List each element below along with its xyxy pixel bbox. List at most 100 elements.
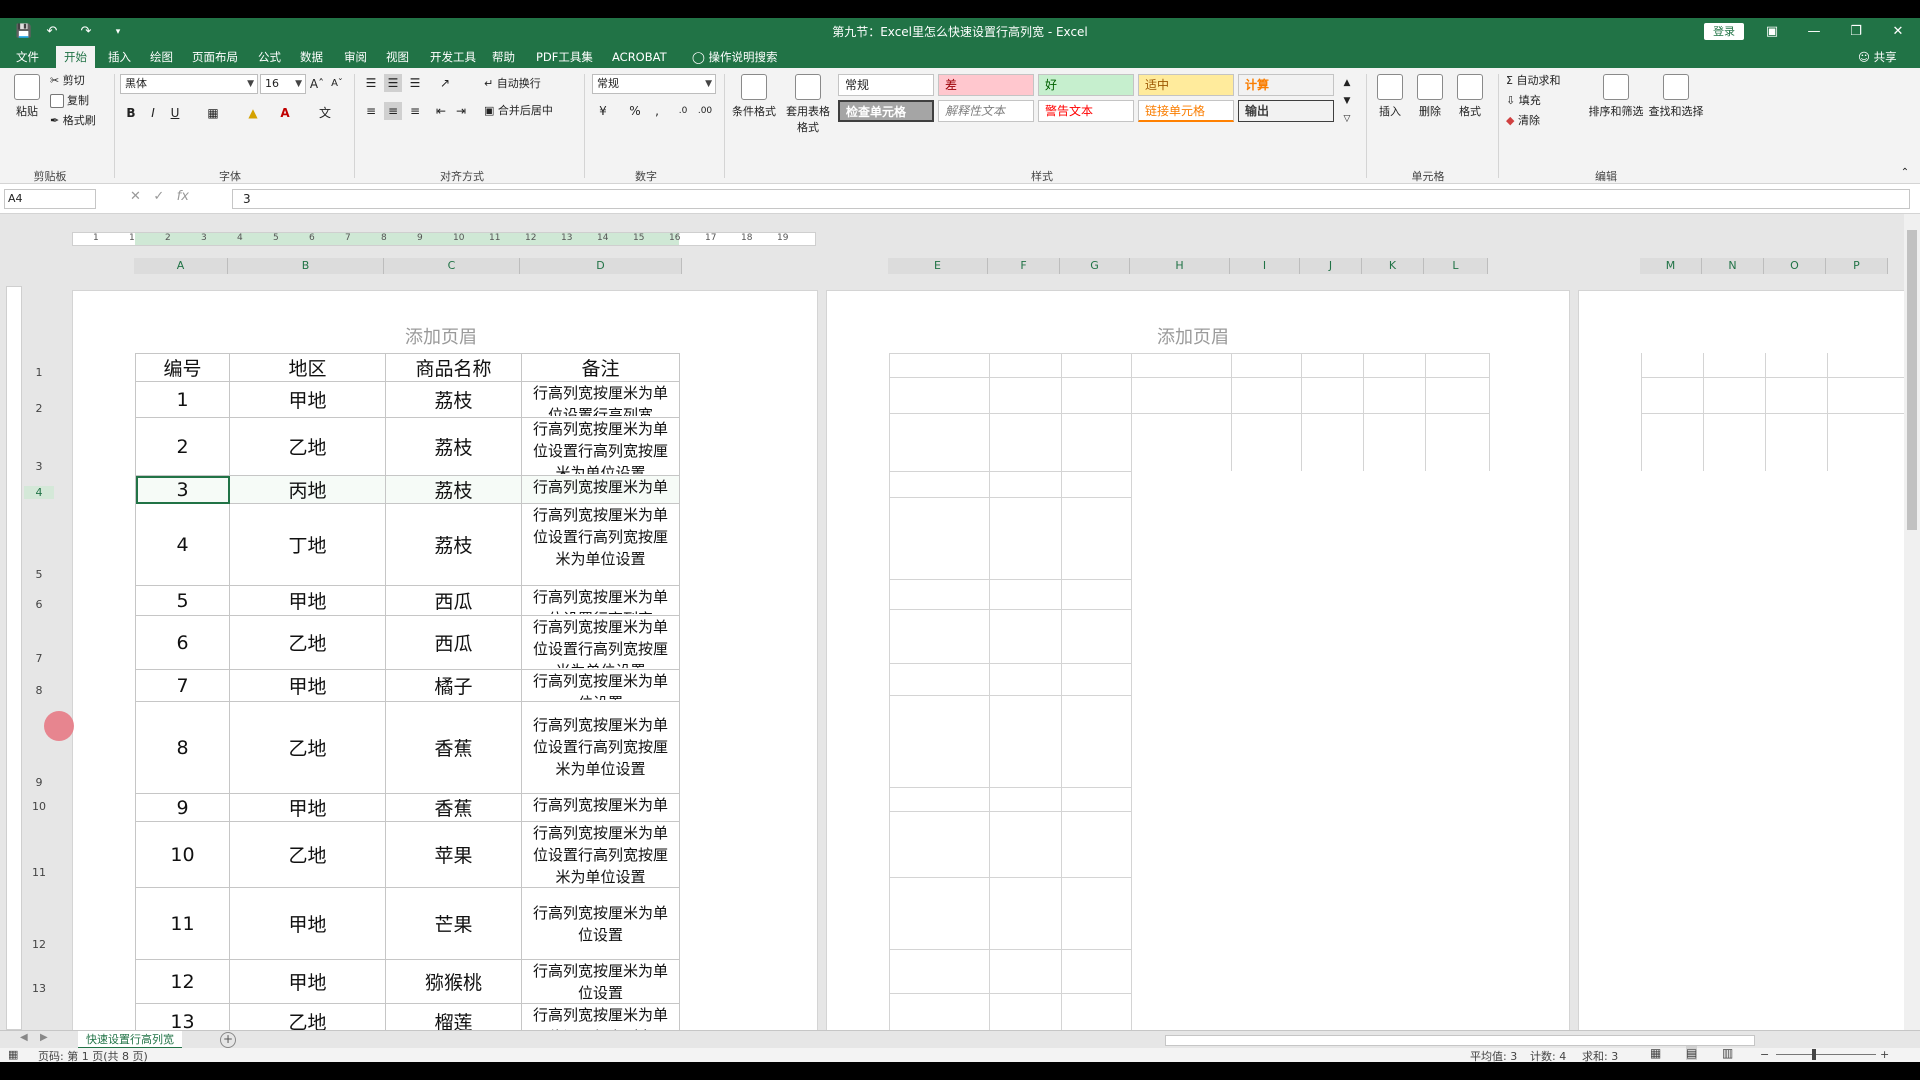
column-header-j[interactable]: J xyxy=(1300,258,1362,274)
column-header-b[interactable]: B xyxy=(228,258,384,274)
cell-note[interactable]: 行高列宽按厘米为单位设置行高列宽按厘米为单位设置 xyxy=(521,503,680,586)
tab-page-layout[interactable]: 页面布局 xyxy=(184,46,246,68)
increase-indent-icon[interactable]: ⇥ xyxy=(452,102,470,120)
style-output[interactable]: 输出 xyxy=(1238,100,1334,122)
column-header-k[interactable]: K xyxy=(1362,258,1424,274)
column-header-h[interactable]: H xyxy=(1130,258,1230,274)
align-middle-icon[interactable]: ☰ xyxy=(384,74,402,92)
normal-view-icon[interactable]: ▦ xyxy=(1650,1046,1661,1060)
cell-product[interactable]: 苹果 xyxy=(385,821,522,888)
cell-id-active[interactable]: 3 xyxy=(135,475,230,504)
borders-icon[interactable]: ▦ xyxy=(204,104,222,122)
tab-help[interactable]: 帮助 xyxy=(484,46,523,68)
row-header-6[interactable]: 6 xyxy=(24,598,54,611)
cell-id[interactable]: 4 xyxy=(135,503,230,586)
page-break-view-icon[interactable]: ▥ xyxy=(1722,1046,1733,1060)
style-calculation[interactable]: 计算 xyxy=(1238,74,1334,96)
enter-icon[interactable]: ✓ xyxy=(153,189,164,204)
comma-style-icon[interactable]: , xyxy=(648,102,666,120)
cancel-icon[interactable]: ✕ xyxy=(130,189,141,204)
increase-decimal-icon[interactable]: .0 xyxy=(674,102,692,120)
cell-note[interactable]: 行高列宽按厘米为单位设置行高列宽 xyxy=(521,1003,680,1030)
formula-input[interactable]: 3 xyxy=(232,189,1910,209)
cell-region[interactable]: 丁地 xyxy=(229,503,386,586)
align-left-icon[interactable]: ≡ xyxy=(362,102,380,120)
style-explanatory[interactable]: 解释性文本 xyxy=(938,100,1034,122)
tab-review[interactable]: 审阅 xyxy=(336,46,375,68)
tab-pdf-tools[interactable]: PDF工具集 xyxy=(528,46,601,68)
cell-region[interactable]: 丙地 xyxy=(229,475,386,504)
cell-region[interactable]: 甲地 xyxy=(229,669,386,702)
format-painter-button[interactable]: ✒ 格式刷 xyxy=(50,112,96,130)
cell-product[interactable]: 西瓜 xyxy=(385,585,522,616)
autosum-button[interactable]: Σ 自动求和 xyxy=(1506,72,1560,90)
phonetic-icon[interactable]: 文 xyxy=(316,104,334,122)
align-top-icon[interactable]: ☰ xyxy=(362,74,380,92)
font-color-icon[interactable]: A xyxy=(276,104,294,122)
tab-file[interactable]: 文件 xyxy=(8,46,47,68)
cut-button[interactable]: ✂ 剪切 xyxy=(50,72,85,90)
cell-id[interactable]: 10 xyxy=(135,821,230,888)
cell-product[interactable]: 香蕉 xyxy=(385,701,522,794)
tell-me-search[interactable]: ◯ 操作说明搜索 xyxy=(684,46,786,68)
row-header-4[interactable]: 4 xyxy=(24,486,54,499)
merge-center-button[interactable]: ▣ 合并后居中 xyxy=(484,102,553,120)
zoom-slider[interactable] xyxy=(1776,1054,1876,1055)
column-title-id[interactable]: 编号 xyxy=(135,353,230,382)
add-header-hint[interactable]: 添加页眉 xyxy=(405,323,477,349)
page-layout-view-icon[interactable]: ▤ xyxy=(1686,1046,1698,1060)
cell-id[interactable]: 11 xyxy=(135,887,230,960)
cell-region[interactable]: 乙地 xyxy=(229,615,386,670)
cell-note[interactable]: 行高列宽按厘米为单位设置 xyxy=(521,793,680,822)
style-warning[interactable]: 警告文本 xyxy=(1038,100,1134,122)
decrease-font-icon[interactable]: Aˇ xyxy=(328,75,346,93)
font-size-combo[interactable]: 16 ▼ xyxy=(260,74,306,94)
cell-region[interactable]: 甲地 xyxy=(229,793,386,822)
row-header-7[interactable]: 7 xyxy=(24,652,54,665)
fill-button[interactable]: ⇩ 填充 xyxy=(1506,92,1541,110)
column-title-note[interactable]: 备注 xyxy=(521,353,680,382)
tab-home[interactable]: 开始 xyxy=(56,46,95,68)
cell-region[interactable]: 甲地 xyxy=(229,381,386,418)
style-neutral[interactable]: 适中 xyxy=(1138,74,1234,96)
collapse-ribbon-icon[interactable]: ⌃ xyxy=(1896,164,1914,182)
paste-button[interactable]: 粘贴 xyxy=(10,74,44,119)
cell-note[interactable]: 行高列宽按厘米为单位设置行高列宽按厘米为单位设置 xyxy=(521,417,680,476)
delete-cells-button[interactable]: 删除 xyxy=(1412,74,1448,119)
cell-product[interactable]: 荔枝 xyxy=(385,475,522,504)
decrease-indent-icon[interactable]: ⇤ xyxy=(432,102,450,120)
fill-color-icon[interactable]: ▲ xyxy=(244,104,262,122)
orientation-icon[interactable]: ↗ xyxy=(436,74,454,92)
cell-product[interactable]: 榴莲 xyxy=(385,1003,522,1030)
name-box[interactable]: A4 xyxy=(4,189,96,209)
cell-region[interactable]: 甲地 xyxy=(229,959,386,1004)
close-button[interactable]: ✕ xyxy=(1878,20,1918,44)
row-header-5[interactable]: 5 xyxy=(24,568,54,581)
style-check-cell[interactable]: 检查单元格 xyxy=(838,100,934,122)
column-header-a[interactable]: A xyxy=(134,258,228,274)
styles-more-icon[interactable]: ▽ xyxy=(1338,110,1356,128)
scroll-tabs-left-icon[interactable]: ◀ xyxy=(20,1032,28,1043)
zoom-slider-thumb[interactable] xyxy=(1812,1049,1816,1060)
cell-id[interactable]: 8 xyxy=(135,701,230,794)
cell-product[interactable]: 荔枝 xyxy=(385,417,522,476)
vertical-scrollbar[interactable] xyxy=(1904,214,1920,1030)
percent-icon[interactable]: % xyxy=(626,102,644,120)
tab-developer[interactable]: 开发工具 xyxy=(422,46,484,68)
cell-note[interactable]: 行高列宽按厘米为单位设置行高列宽按厘米为单位设置 xyxy=(521,701,680,794)
worksheet-area[interactable]: 1 1 2 3 4 5 6 7 8 9 10 11 12 13 14 15 16 17 18 19 A B C D E… xyxy=(0,214,1904,1030)
add-header-hint[interactable]: 添加页眉 xyxy=(1157,323,1229,349)
tab-view[interactable]: 视图 xyxy=(378,46,417,68)
column-title-region[interactable]: 地区 xyxy=(229,353,386,382)
format-as-table-button[interactable]: 套用表格格式 xyxy=(782,74,834,135)
cell-note[interactable]: 行高列宽按厘米为单位设置 xyxy=(521,669,680,702)
cell-product[interactable]: 猕猴桃 xyxy=(385,959,522,1004)
copy-button[interactable]: 复制 xyxy=(50,92,89,110)
horizontal-scrollbar[interactable] xyxy=(1165,1035,1755,1046)
sort-filter-button[interactable]: 排序和筛选 xyxy=(1588,74,1644,119)
tab-acrobat[interactable]: ACROBAT xyxy=(604,46,675,68)
cell-region[interactable]: 甲地 xyxy=(229,585,386,616)
tab-insert[interactable]: 插入 xyxy=(100,46,139,68)
row-header-2[interactable]: 2 xyxy=(24,402,54,415)
italic-icon[interactable]: I xyxy=(144,104,162,122)
